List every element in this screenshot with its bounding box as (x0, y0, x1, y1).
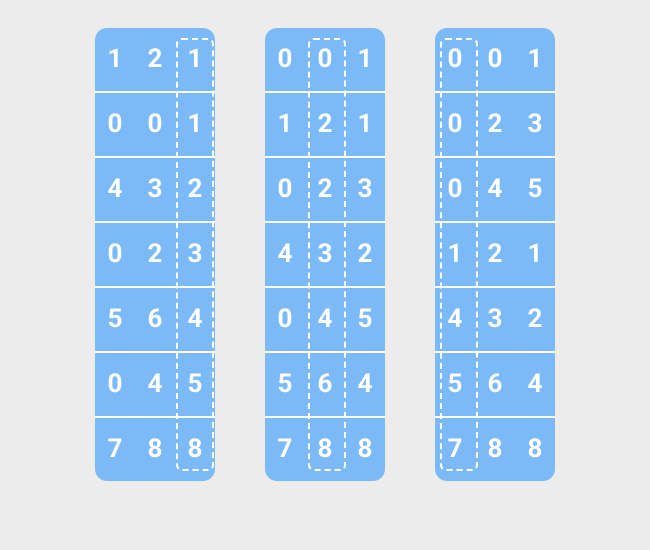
digit-cell: 4 (475, 158, 515, 221)
table-row: 5 6 4 (265, 351, 385, 416)
digit-cell: 0 (265, 288, 305, 351)
digit-cell: 2 (475, 223, 515, 286)
digit-cell: 3 (135, 158, 175, 221)
table-row: 0 0 1 (435, 28, 555, 91)
digit-cell: 1 (515, 28, 555, 91)
digit-cell: 0 (95, 353, 135, 416)
digit-cell: 8 (345, 418, 385, 481)
table-row: 1 2 1 (95, 28, 215, 91)
digit-cell: 5 (95, 288, 135, 351)
digit-cell: 0 (435, 158, 475, 221)
digit-cell: 0 (95, 93, 135, 156)
digit-cell: 4 (435, 288, 475, 351)
digit-cell: 2 (305, 93, 345, 156)
digit-cell: 0 (435, 28, 475, 91)
digit-cell: 0 (305, 28, 345, 91)
digit-cell: 5 (265, 353, 305, 416)
digit-cell: 1 (175, 93, 215, 156)
digit-cell: 7 (435, 418, 475, 481)
digit-cell: 8 (135, 418, 175, 481)
table-row: 7 8 8 (435, 416, 555, 481)
table-row: 5 6 4 (435, 351, 555, 416)
table-row: 4 3 2 (435, 286, 555, 351)
digit-cell: 3 (345, 158, 385, 221)
table-row: 0 2 3 (95, 221, 215, 286)
digit-cell: 0 (265, 28, 305, 91)
digit-cell: 2 (515, 288, 555, 351)
column-0: 1 2 1 0 0 1 4 3 2 0 2 3 5 6 4 0 4 5 (95, 28, 215, 481)
digit-cell: 6 (135, 288, 175, 351)
digit-cell: 5 (515, 158, 555, 221)
digit-cell: 5 (435, 353, 475, 416)
digit-cell: 3 (175, 223, 215, 286)
table-row: 0 0 1 (95, 91, 215, 156)
table-row: 1 2 1 (265, 91, 385, 156)
table-row: 0 4 5 (95, 351, 215, 416)
column-2: 0 0 1 0 2 3 0 4 5 1 2 1 4 3 2 5 6 4 (435, 28, 555, 481)
digit-cell: 0 (135, 93, 175, 156)
digit-cell: 4 (265, 223, 305, 286)
table-row: 0 4 5 (435, 156, 555, 221)
digit-cell: 3 (475, 288, 515, 351)
column-1: 0 0 1 1 2 1 0 2 3 4 3 2 0 4 5 5 6 4 (265, 28, 385, 481)
digit-cell: 1 (95, 28, 135, 91)
digit-cell: 8 (175, 418, 215, 481)
digit-cell: 4 (515, 353, 555, 416)
digit-cell: 1 (175, 28, 215, 91)
digit-cell: 4 (305, 288, 345, 351)
table-row: 5 6 4 (95, 286, 215, 351)
digit-cell: 1 (515, 223, 555, 286)
digit-cell: 3 (305, 223, 345, 286)
digit-cell: 2 (135, 28, 175, 91)
table-row: 4 3 2 (95, 156, 215, 221)
digit-cell: 1 (345, 28, 385, 91)
sort-columns-stage: 1 2 1 0 0 1 4 3 2 0 2 3 5 6 4 0 4 5 (0, 0, 650, 481)
table-row: 1 2 1 (435, 221, 555, 286)
digit-cell: 1 (435, 223, 475, 286)
digit-cell: 7 (95, 418, 135, 481)
digit-cell: 2 (345, 223, 385, 286)
digit-cell: 4 (345, 353, 385, 416)
digit-cell: 6 (475, 353, 515, 416)
table-row: 0 0 1 (265, 28, 385, 91)
digit-cell: 0 (95, 223, 135, 286)
digit-cell: 8 (515, 418, 555, 481)
digit-cell: 8 (305, 418, 345, 481)
table-row: 7 8 8 (95, 416, 215, 481)
digit-cell: 0 (475, 28, 515, 91)
digit-cell: 3 (515, 93, 555, 156)
digit-cell: 1 (265, 93, 305, 156)
digit-cell: 4 (175, 288, 215, 351)
digit-cell: 0 (435, 93, 475, 156)
digit-cell: 8 (475, 418, 515, 481)
table-row: 0 2 3 (265, 156, 385, 221)
digit-cell: 6 (305, 353, 345, 416)
digit-cell: 0 (265, 158, 305, 221)
digit-cell: 4 (135, 353, 175, 416)
digit-cell: 2 (135, 223, 175, 286)
table-row: 7 8 8 (265, 416, 385, 481)
table-row: 0 2 3 (435, 91, 555, 156)
table-row: 0 4 5 (265, 286, 385, 351)
digit-cell: 2 (475, 93, 515, 156)
digit-cell: 2 (175, 158, 215, 221)
digit-cell: 7 (265, 418, 305, 481)
digit-cell: 4 (95, 158, 135, 221)
digit-cell: 2 (305, 158, 345, 221)
digit-cell: 5 (175, 353, 215, 416)
table-row: 4 3 2 (265, 221, 385, 286)
digit-cell: 5 (345, 288, 385, 351)
digit-cell: 1 (345, 93, 385, 156)
